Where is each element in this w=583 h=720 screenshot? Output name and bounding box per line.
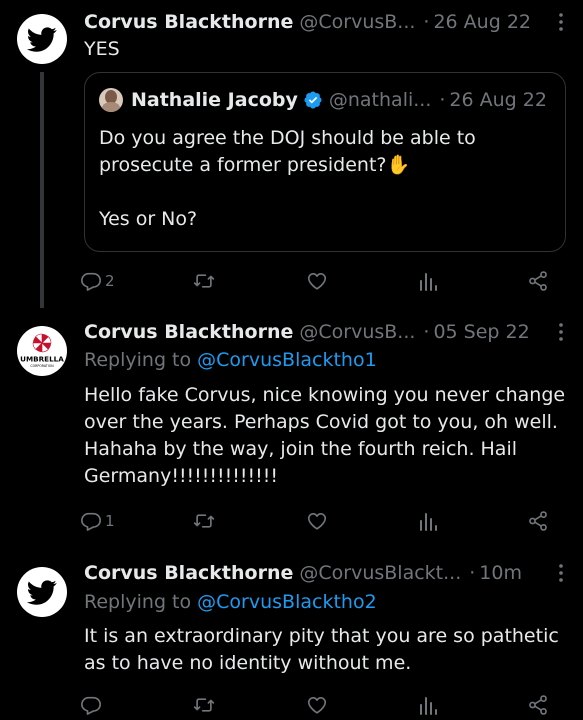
share-icon [529,695,547,715]
display-name[interactable]: Corvus Blackthorne [84,321,293,343]
retweet-button[interactable] [192,266,219,296]
tweet-text: YES [84,38,120,60]
more-button[interactable] [551,10,571,34]
tweet-header: Corvus Blackthorne @CorvusB... · 26 Aug … [84,10,571,34]
tweet-header: Corvus Blackthorne @CorvusB... · 05 Sep … [84,320,571,344]
retweet-button[interactable] [192,690,219,720]
reply-icon [81,272,101,291]
replying-to-label: Replying to [84,591,198,613]
quote-text: Do you agree the DOJ should be able to p… [99,127,476,230]
quote-handle: @nathali... [328,89,432,111]
thread-line [40,72,44,308]
avatar[interactable] [17,14,67,64]
share-button[interactable] [527,506,549,536]
views-button[interactable] [418,506,438,536]
retweet-icon [193,514,215,528]
tweet-header: Corvus Blackthorne @CorvusBlackt... · 10… [84,561,571,585]
display-name[interactable]: Corvus Blackthorne [84,562,293,584]
quote-timestamp: 26 Aug 22 [449,89,547,111]
share-icon [529,511,547,531]
reply-button[interactable] [80,690,105,720]
quote-tweet[interactable]: Nathalie Jacoby @nathali... · 26 Aug 22 … [84,72,566,252]
retweet-button[interactable] [192,506,219,536]
more-icon [559,564,563,582]
replying-to-mention[interactable]: @CorvusBlacktho1 [197,349,377,371]
separator: · [469,562,476,584]
display-name[interactable]: Corvus Blackthorne [84,11,293,33]
reply-button[interactable]: 2 [80,266,115,296]
reply-icon [81,512,101,531]
reply-icon [81,696,101,715]
action-bar: 2 [80,266,560,296]
avatar[interactable]: UMBRELLA CORPORATION [17,326,67,376]
tweet-1[interactable]: Corvus Blackthorne @CorvusB... · 26 Aug … [0,0,583,315]
like-button[interactable] [306,506,331,536]
reply-button[interactable]: 1 [80,506,115,536]
handle[interactable]: @CorvusB... [299,321,415,343]
reply-count: 1 [105,512,115,530]
more-icon [559,323,563,341]
views-button[interactable] [418,266,438,296]
verified-badge [303,90,323,110]
handle[interactable]: @CorvusB... [299,11,415,33]
quote-separator: · [439,89,446,111]
like-button[interactable] [306,690,331,720]
umbrella-logo-icon: UMBRELLA CORPORATION [20,333,64,368]
replying-to-mention[interactable]: @CorvusBlacktho2 [197,591,377,613]
share-button[interactable] [527,690,549,720]
timestamp[interactable]: 10m [479,562,522,584]
like-icon [307,273,327,290]
action-bar: 1 [80,506,560,536]
share-icon [529,271,547,291]
views-icon [420,273,437,291]
quote-header: Nathalie Jacoby @nathali... · 26 Aug 22 [99,87,547,113]
reply-count: 2 [105,272,115,290]
retweet-icon [193,274,215,288]
share-button[interactable] [527,266,549,296]
views-icon [420,513,437,531]
handle[interactable]: @CorvusBlackt... [299,562,461,584]
like-button[interactable] [306,266,331,296]
more-button[interactable] [551,320,571,344]
separator: · [423,321,430,343]
avatar-logo-text: UMBRELLA [20,355,64,364]
more-button[interactable] [551,561,571,585]
twitter-bird-icon [27,27,57,52]
retweet-icon [193,698,215,712]
verified-icon [304,91,322,109]
replying-to: Replying to @CorvusBlacktho1 [84,349,377,371]
more-icon [559,13,563,31]
action-bar [80,690,560,720]
avatar[interactable] [17,567,67,617]
tweet-text: It is an extraordinary pity that you are… [84,625,565,674]
like-icon [307,697,327,714]
timestamp[interactable]: 26 Aug 22 [433,11,531,33]
avatar-logo-subtext: CORPORATION [30,364,54,368]
like-icon [307,513,327,530]
twitter-bird-icon [27,580,57,605]
tweet-text: Hello fake Corvus, nice knowing you neve… [84,384,572,487]
replying-to: Replying to @CorvusBlacktho2 [84,591,377,613]
tweet-2[interactable]: UMBRELLA CORPORATION Corvus Blackthorne … [0,315,583,555]
views-icon [420,697,437,715]
quote-display-name: Nathalie Jacoby [131,89,298,111]
separator: · [423,11,430,33]
replying-to-label: Replying to [84,349,198,371]
tweet-3[interactable]: Corvus Blackthorne @CorvusBlackt... · 10… [0,555,583,720]
timestamp[interactable]: 05 Sep 22 [433,321,529,343]
quote-avatar [99,88,123,112]
views-button[interactable] [418,690,438,720]
